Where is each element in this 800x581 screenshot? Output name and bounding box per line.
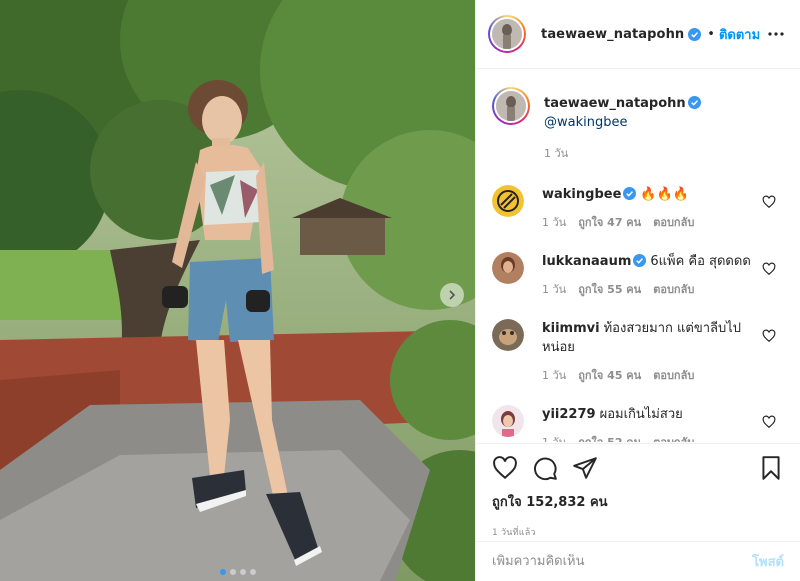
post-caption: taewaew_natapohn @wakingbee 1 วัน [492, 70, 784, 163]
more-options-icon [768, 32, 784, 36]
header-username[interactable]: taewaew_natapohn [541, 27, 684, 42]
comment-username[interactable]: yii2279 [542, 407, 596, 422]
add-comment-bar: โพสต์ [476, 541, 800, 581]
carousel-dot [249, 569, 256, 575]
post-timestamp: 1 วันที่แล้ว [492, 528, 536, 538]
verified-badge-icon [688, 27, 702, 41]
comment-like-count[interactable]: ถูกใจ 45 คน [578, 366, 641, 385]
caption-username[interactable]: taewaew_natapohn [544, 96, 686, 111]
verified-badge-icon [623, 187, 637, 200]
comment-time: 1 วัน [542, 369, 567, 382]
commenter-avatar[interactable] [492, 405, 524, 437]
comment-time: 1 วัน [542, 433, 566, 442]
verified-badge-icon [633, 254, 647, 267]
comment-text: 🔥🔥🔥 [640, 187, 689, 202]
comment-like-count[interactable]: ถูกใจ 55 คน [578, 280, 641, 299]
chevron-right-icon [449, 290, 456, 300]
comment-like-count[interactable]: ถูกใจ 47 คน [578, 213, 641, 232]
comment-like-count[interactable]: ถูกใจ 52 คน [578, 433, 641, 442]
more-options-button[interactable] [764, 22, 788, 46]
comment-heart-icon[interactable] [762, 415, 776, 429]
comment-time: 1 วัน [542, 283, 567, 296]
avatar [492, 19, 522, 49]
share-icon[interactable] [572, 455, 598, 481]
carousel-dot [219, 569, 226, 575]
carousel-dot [229, 569, 236, 575]
post-photo[interactable] [0, 0, 475, 581]
post-header: taewaew_natapohn • ติดตาม [476, 0, 800, 69]
bookmark-icon[interactable] [758, 455, 784, 481]
comment-heart-icon[interactable] [762, 262, 776, 276]
comment-text: ผอมเกินไม่สวย [599, 407, 683, 422]
reply-button[interactable]: ตอบกลับ [653, 213, 694, 232]
verified-badge-icon [687, 96, 701, 109]
post-like-count[interactable]: ถูกใจ 152,832 คน [492, 491, 784, 512]
header-separator: • [707, 26, 715, 42]
comment-icon[interactable] [532, 455, 558, 481]
comment-item: kiimmvi ท้องสวยมาก แต่ขาลีบไปหน่อย 1 วัน … [492, 319, 784, 385]
reply-button[interactable]: ตอบกลับ [653, 366, 694, 385]
comment-time: 1 วัน [542, 216, 567, 229]
reply-button[interactable]: ตอบกลับ [653, 433, 694, 442]
comment-input[interactable] [492, 554, 753, 569]
commenter-avatar[interactable] [492, 252, 524, 284]
comment-item: lukkanaaum 6แพ็ค คือ สุดดดด 1 วัน ถูกใจ 5… [492, 252, 784, 299]
story-ring[interactable] [488, 15, 526, 53]
avatar [496, 91, 526, 121]
commenter-avatar[interactable] [492, 185, 524, 217]
reply-button[interactable]: ตอบกลับ [653, 280, 694, 299]
caption-mention[interactable]: @wakingbee [544, 115, 627, 130]
photo-scene [0, 0, 475, 581]
comments-list[interactable]: taewaew_natapohn @wakingbee 1 วัน wakingb… [476, 70, 800, 442]
carousel-dot [239, 569, 246, 575]
comment-username[interactable]: lukkanaaum [542, 254, 631, 269]
comment-heart-icon[interactable] [762, 329, 776, 343]
caption-time: 1 วัน [544, 147, 569, 160]
comment-username[interactable]: wakingbee [542, 187, 621, 202]
comment-username[interactable]: kiimmvi [542, 321, 600, 336]
follow-button[interactable]: ติดตาม [719, 24, 760, 45]
post-side-panel: taewaew_natapohn • ติดตาม taewaew_natapo… [475, 0, 800, 581]
post-actions: ถูกใจ 152,832 คน 1 วันที่แล้ว [476, 443, 800, 539]
commenter-avatar[interactable] [492, 319, 524, 351]
story-ring[interactable] [492, 87, 530, 125]
post-comment-button[interactable]: โพสต์ [752, 551, 784, 572]
comment-heart-icon[interactable] [762, 195, 776, 209]
heart-icon[interactable] [492, 455, 518, 481]
comment-item: yii2279ผอมเกินไม่สวย 1 วัน ถูกใจ 52 คน ต… [492, 405, 784, 442]
carousel-next-button[interactable] [440, 283, 464, 307]
carousel-indicator [0, 569, 475, 575]
comment-item: wakingbee 🔥🔥🔥 1 วัน ถูกใจ 47 คน ตอบกลับ [492, 185, 784, 232]
comment-text: 6แพ็ค คือ สุดดดด [650, 254, 751, 269]
